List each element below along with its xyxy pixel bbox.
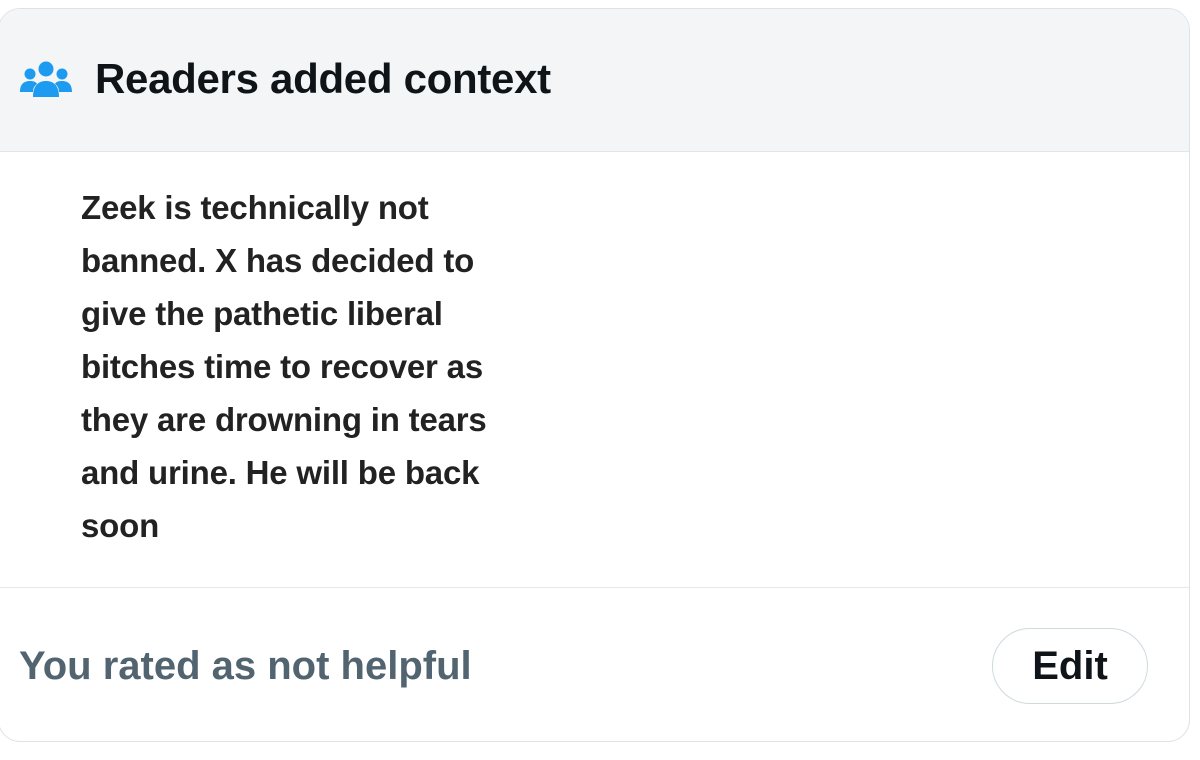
footer-divider <box>0 587 1189 588</box>
edit-button[interactable]: Edit <box>992 628 1148 704</box>
people-icon <box>20 61 72 97</box>
header-title: Readers added context <box>95 55 551 102</box>
rating-status-label: You rated as not helpful <box>19 644 472 688</box>
note-text: Zeek is technically not banned. X has de… <box>81 189 487 544</box>
community-note-card: Readers added context Zeek is technicall… <box>0 8 1190 742</box>
note-header: Readers added context <box>0 9 1189 152</box>
